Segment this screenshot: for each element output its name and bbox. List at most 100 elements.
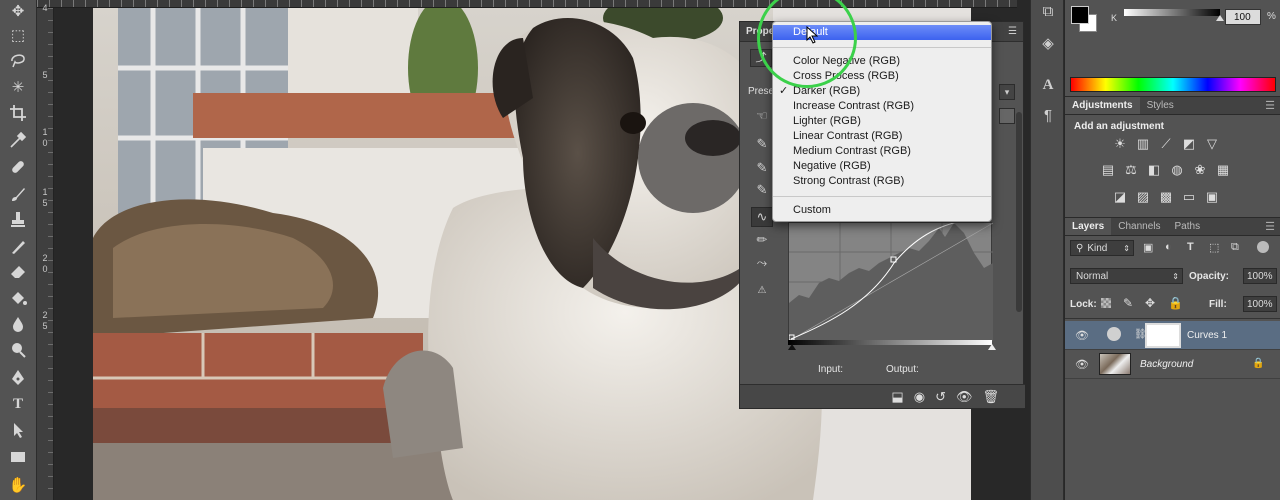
menu-item-linear-contrast[interactable]: Linear Contrast (RGB) (773, 129, 991, 144)
black-point-slider[interactable] (788, 344, 796, 350)
history-brush-tool-icon[interactable] (6, 235, 30, 257)
channel-mixer-icon[interactable]: ❀ (1192, 162, 1208, 177)
clone-stamp-tool-icon[interactable] (6, 209, 30, 231)
brush-tool-icon[interactable] (6, 183, 30, 205)
tab-styles[interactable]: Styles (1140, 97, 1181, 114)
path-selection-tool-icon[interactable] (6, 419, 30, 441)
tab-adjustments[interactable]: Adjustments (1065, 97, 1140, 114)
tab-paths[interactable]: Paths (1168, 218, 1208, 235)
dodge-tool-icon[interactable] (6, 339, 30, 361)
toggle-visibility-icon[interactable]: 👁 (956, 389, 973, 405)
eraser-tool-icon[interactable] (6, 260, 30, 282)
vibrance-icon[interactable]: ▽ (1204, 136, 1220, 151)
black-white-icon[interactable]: ◧ (1146, 162, 1162, 177)
levels-icon[interactable]: ▥ (1135, 136, 1151, 151)
adjustment-filter-icon[interactable]: ◐ (1165, 241, 1172, 253)
rectangle-tool-icon[interactable] (6, 446, 30, 468)
magic-wand-tool-icon[interactable]: ✳ (6, 76, 30, 98)
blend-mode-dropdown[interactable]: Normal ⇕ (1070, 268, 1183, 284)
black-point-eyedropper-icon[interactable]: ✎ (751, 134, 773, 154)
layer-name[interactable]: Background (1140, 359, 1193, 370)
pen-tool-icon[interactable] (6, 367, 30, 389)
paragraph-panel-icon[interactable]: ¶ (1036, 104, 1060, 126)
fill-field[interactable]: 100% (1243, 296, 1277, 312)
character-panel-icon[interactable]: A (1036, 74, 1060, 96)
blur-tool-icon[interactable] (6, 313, 30, 335)
paint-bucket-tool-icon[interactable] (6, 287, 30, 309)
menu-item-negative[interactable]: Negative (RGB) (773, 159, 991, 174)
hue-saturation-icon[interactable]: ▤ (1100, 162, 1116, 177)
eye-icon[interactable]: 👁 (1075, 329, 1089, 342)
color-spectrum-bar[interactable] (1070, 77, 1276, 92)
menu-separator (773, 196, 991, 197)
eyedropper-tool-icon[interactable] (6, 129, 30, 151)
white-point-slider[interactable] (988, 344, 996, 350)
k-channel-slider[interactable] (1124, 9, 1220, 16)
layer-name[interactable]: Curves 1 (1187, 330, 1227, 341)
smooth-curve-icon[interactable]: ⤳ (751, 253, 773, 273)
invert-icon[interactable]: ◪ (1112, 189, 1128, 204)
lock-pixels-icon[interactable]: ✎ (1123, 296, 1133, 310)
posterize-icon[interactable]: ▨ (1135, 189, 1151, 204)
panel-menu-icon[interactable]: ☰ (1008, 26, 1017, 37)
crop-tool-icon[interactable] (6, 102, 30, 124)
color-lookup-icon[interactable]: ▦ (1215, 162, 1231, 177)
shape-filter-icon[interactable]: ⬚ (1209, 241, 1219, 254)
color-balance-icon[interactable]: ⚖ (1123, 162, 1139, 177)
smart-object-filter-icon[interactable]: ⧉ (1231, 241, 1239, 254)
preset-dropdown-arrow-icon[interactable]: ▾ (999, 84, 1015, 100)
menu-item-medium-contrast[interactable]: Medium Contrast (RGB) (773, 144, 991, 159)
curves-graph[interactable] (788, 217, 994, 342)
menu-item-custom[interactable]: Custom (773, 203, 991, 218)
brightness-contrast-icon[interactable]: ☀ (1112, 136, 1128, 151)
panel-menu-icon[interactable]: ☰ (1265, 97, 1280, 114)
marquee-tool-icon[interactable]: ⬚ (6, 24, 30, 46)
image-filter-icon[interactable]: ▣ (1143, 241, 1153, 254)
reset-adjustment-icon[interactable]: ↺ (935, 389, 946, 405)
panel-menu-icon[interactable]: ☰ (1265, 218, 1280, 235)
white-point-eyedropper-icon[interactable]: ✎ (751, 180, 773, 200)
gradient-map-icon[interactable]: ▭ (1181, 189, 1197, 204)
clipping-warning-icon[interactable]: ⚠ (751, 280, 773, 300)
layer-row-background[interactable]: 👁 Background 🔒 (1065, 350, 1280, 379)
layer-row-curves-1[interactable]: 👁 ⛓ Curves 1 (1065, 321, 1280, 350)
tab-layers[interactable]: Layers (1065, 218, 1112, 235)
hand-tool-icon[interactable]: ✋ (6, 474, 30, 496)
k-value-field[interactable]: 100 (1225, 9, 1261, 25)
foreground-color-swatch[interactable] (1071, 6, 1089, 24)
k-slider-thumb[interactable] (1216, 15, 1224, 21)
curve-edit-icon[interactable]: ∿ (751, 207, 773, 227)
menu-item-lighter[interactable]: Lighter (RGB) (773, 114, 991, 129)
targeted-adjustment-icon[interactable]: ☜ (751, 106, 773, 126)
menu-item-strong-contrast[interactable]: Strong Contrast (RGB) (773, 174, 991, 189)
lock-position-icon[interactable]: ✥ (1145, 296, 1155, 310)
lock-transparency-icon[interactable] (1101, 298, 1111, 308)
curves-icon[interactable]: ⟋ (1158, 136, 1174, 151)
tab-channels[interactable]: Channels (1111, 218, 1167, 235)
selective-color-icon[interactable]: ▣ (1204, 189, 1220, 204)
pencil-draw-icon[interactable]: ✏ (751, 230, 773, 250)
layer-mask-thumbnail[interactable] (1145, 323, 1181, 348)
lock-all-icon[interactable]: 🔒 (1168, 296, 1183, 310)
exposure-icon[interactable]: ◩ (1181, 136, 1197, 151)
filter-toggle-icon[interactable] (1257, 241, 1269, 253)
threshold-icon[interactable]: ▩ (1158, 189, 1174, 204)
delete-adjustment-icon[interactable]: 🗑 (982, 389, 999, 405)
gray-point-eyedropper-icon[interactable]: ✎ (751, 158, 773, 178)
properties-scrollbar[interactable] (1016, 112, 1022, 312)
view-previous-state-icon[interactable]: ◉ (914, 389, 925, 405)
move-tool-icon[interactable]: ✥ (6, 0, 30, 22)
menu-item-increase-contrast[interactable]: Increase Contrast (RGB) (773, 99, 991, 114)
healing-brush-tool-icon[interactable] (6, 156, 30, 178)
layer-filter-kind-dropdown[interactable]: ⚲ Kind ⇕ (1070, 240, 1134, 256)
clip-to-layer-icon[interactable]: ⬓ (891, 389, 903, 405)
type-filter-icon[interactable]: T (1187, 241, 1194, 253)
history-panel-icon[interactable]: ⧉ (1036, 0, 1060, 22)
photo-filter-icon[interactable]: ◍ (1169, 162, 1185, 177)
type-tool-icon[interactable]: T (6, 393, 30, 415)
lasso-tool-icon[interactable] (6, 49, 30, 71)
channel-dropdown[interactable] (999, 108, 1015, 124)
eye-icon[interactable]: 👁 (1075, 358, 1089, 371)
3d-panel-icon[interactable]: ◈ (1036, 32, 1060, 54)
opacity-field[interactable]: 100% (1243, 268, 1277, 284)
